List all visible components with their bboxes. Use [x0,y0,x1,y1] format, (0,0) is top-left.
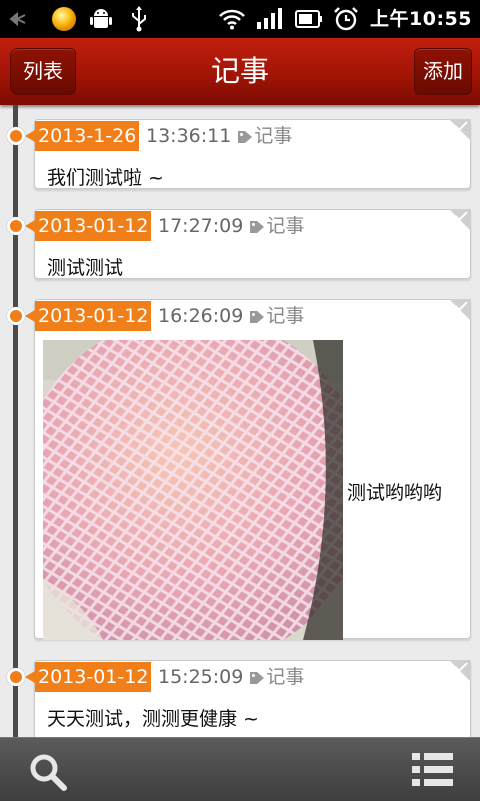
app-header: 列表 记事 添加 [0,38,480,105]
note-date: 2013-01-12 [24,662,152,692]
note-meta: 13:36:11 记事 [146,121,292,151]
wifi-icon [218,0,246,38]
timeline-line [13,105,18,737]
timeline-node [7,217,25,235]
tag-icon [249,664,265,694]
timeline-node [7,127,25,145]
note-time: 13:36:11 [146,125,232,147]
note-card[interactable]: 2013-01-12 15:25:09 记事 天天测试，测测更健康 ~ [24,658,471,740]
status-bar: 上午10:55 [0,0,480,38]
note-photo[interactable] [43,340,343,640]
tag-icon [237,123,253,153]
note-card[interactable]: 2013-1-26 13:36:11 记事 我们测试啦 ~ [24,117,471,189]
search-icon[interactable] [28,752,68,796]
note-category: 记事 [266,215,305,237]
note-text: 我们测试啦 ~ [47,167,164,189]
note-date: 2013-01-12 [24,301,152,331]
android-icon [88,0,114,38]
note-meta: 15:25:09 记事 [158,662,304,692]
list-menu-icon[interactable] [412,752,454,792]
tag-icon [249,213,265,243]
note-card[interactable]: 2013-01-12 17:27:09 记事 测试测试 [24,207,471,279]
note-meta: 16:26:09 记事 [158,301,304,331]
note-category: 记事 [266,666,305,688]
note-time: 17:27:09 [158,215,244,237]
usb-icon [128,0,150,38]
tag-icon [249,303,265,333]
note-date: 2013-01-12 [24,211,152,241]
bottom-toolbar [0,737,480,801]
signal-icon [254,0,284,38]
note-text: 天天测试，测测更健康 ~ [47,708,259,730]
list-back-button[interactable]: 列表 [10,48,76,95]
timeline-node [7,307,25,325]
battery-icon [294,0,324,38]
usb-debug-icon [6,0,30,38]
add-button[interactable]: 添加 [414,48,472,95]
notification-orb-icon [50,0,78,38]
note-card[interactable]: 2013-01-12 16:26:09 记事 测试哟哟哟 [24,297,471,640]
timeline-node [7,668,25,686]
note-meta: 17:27:09 记事 [158,211,304,241]
page-title: 记事 [210,54,269,88]
note-time: 15:25:09 [158,666,244,688]
note-time: 16:26:09 [158,305,244,327]
alarm-icon [332,0,360,38]
note-text: 测试测试 [47,257,124,279]
note-category: 记事 [266,305,305,327]
note-date: 2013-1-26 [24,121,140,151]
note-text: 测试哟哟哟 [347,482,443,504]
note-category: 记事 [254,125,293,147]
status-time: 上午10:55 [370,8,472,30]
